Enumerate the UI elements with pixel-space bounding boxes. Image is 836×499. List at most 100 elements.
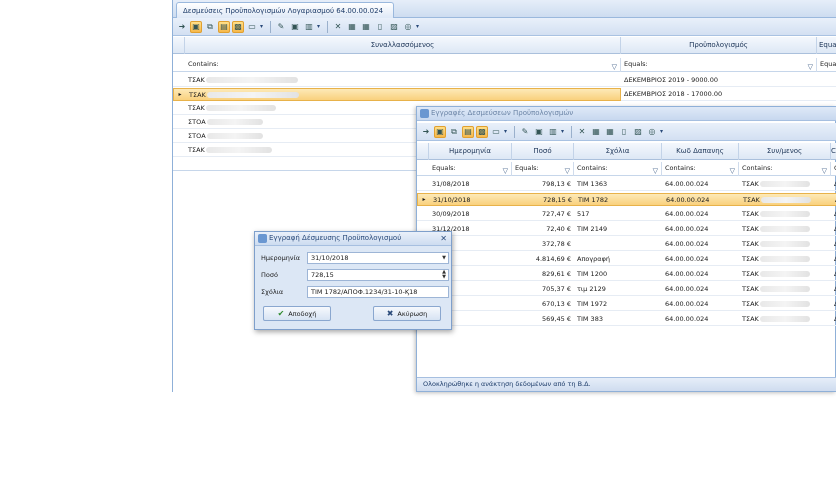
document-icon[interactable]: ▯ bbox=[618, 126, 630, 138]
cell-party: ΤΣΑΚ bbox=[185, 144, 425, 157]
column-budget[interactable]: Προϋπολογισμός bbox=[621, 37, 817, 54]
grid-icon[interactable]: ▦ bbox=[346, 21, 358, 33]
save-icon[interactable]: ▣ bbox=[289, 21, 301, 33]
navigate-arrow-icon[interactable]: ➜ bbox=[420, 126, 432, 138]
print-icon[interactable]: ▥ bbox=[547, 126, 559, 138]
table-row[interactable]: 2018569,45 €TIM 38364.00.00.024ΤΣΑΚΔ bbox=[417, 313, 836, 326]
column-amount[interactable]: Ποσό bbox=[512, 143, 574, 160]
delete-icon[interactable]: ✕ bbox=[332, 21, 344, 33]
edit-icon[interactable]: ✎ bbox=[519, 126, 531, 138]
commitment-records-window: Εγγραφές Δεσμεύσεων Προϋπολογισμών ➜ ▣ ⧉… bbox=[416, 106, 836, 392]
table-row[interactable]: 2018705,37 €τιμ 212964.00.00.024ΤΣΑΚΔ bbox=[417, 283, 836, 296]
pdf-icon[interactable]: ▨ bbox=[388, 21, 400, 33]
column-date[interactable]: Ημερομηνία bbox=[429, 143, 512, 160]
cell-c: Δ bbox=[831, 313, 836, 326]
table-row-selected[interactable]: ▸ ΤΣΑΚ bbox=[173, 88, 621, 101]
filter-party[interactable]: Contains: ▽ bbox=[185, 58, 621, 72]
filter-funnel-icon[interactable]: ▽ bbox=[808, 61, 813, 72]
column-extra[interactable]: Equals: bbox=[817, 37, 836, 54]
redacted-text bbox=[759, 271, 810, 277]
filter-date[interactable]: Equals: ▽ bbox=[429, 162, 512, 176]
table-row[interactable]: 20184.814,69 €Απογραφή64.00.00.024ΤΣΑΚΔ bbox=[417, 253, 836, 266]
cell-date: 30/09/2018 bbox=[432, 210, 470, 218]
amount-field[interactable]: 728,15 ▲ ▼ bbox=[307, 269, 449, 281]
filter-funnel-icon[interactable]: ▽ bbox=[612, 61, 617, 72]
image-icon[interactable]: ▩ bbox=[232, 20, 244, 33]
cell-budget: ΔΕΚΕΜΒΡΙΟΣ 2018 - 17000.00 bbox=[624, 90, 723, 98]
record-icon[interactable]: ▣ bbox=[190, 20, 202, 33]
table-row-selected[interactable]: ▸ 31/10/2018 728,15 € TIM 1782 64.00.00.024 Τ… bbox=[417, 193, 836, 206]
document-icon[interactable]: ▯ bbox=[374, 21, 386, 33]
tab-budget-commitments[interactable]: Δεσμεύσεις Προϋπολογισμών Λογαριασμού 64… bbox=[176, 2, 395, 18]
filter-condition: Contains: bbox=[742, 164, 773, 172]
filter-budget[interactable]: Equals: ▽ bbox=[621, 58, 817, 72]
pdf-icon[interactable]: ▨ bbox=[632, 126, 644, 138]
table-row[interactable]: 2018829,61 €TIM 120064.00.00.024ΤΣΑΚΔ bbox=[417, 268, 836, 281]
table-row[interactable]: 31/08/2018 798,13 € TIM 1363 64.00.00.024 ΤΣ… bbox=[417, 178, 836, 191]
table-row[interactable]: ΤΣΑΚ ΔΕΚΕΜΒΡΙΟΣ 2019 - 9000.00 bbox=[173, 74, 836, 87]
spinner-icon[interactable]: ▲ ▼ bbox=[442, 270, 446, 280]
toolbar-dropdown-icon[interactable]: ▾ bbox=[317, 23, 320, 30]
save-icon[interactable]: ▣ bbox=[533, 126, 545, 138]
column-extra[interactable]: C bbox=[831, 143, 836, 160]
toolbar-dropdown-icon[interactable]: ▾ bbox=[260, 23, 263, 30]
column-party[interactable]: Συναλλασσόμενος bbox=[185, 37, 621, 54]
window-icon[interactable]: ▭ bbox=[246, 21, 258, 33]
grid-icon[interactable]: ▦ bbox=[590, 126, 602, 138]
date-field[interactable]: 31/10/2018 ▼ bbox=[307, 252, 449, 264]
settings-icon[interactable]: ◎ bbox=[646, 126, 658, 138]
record-icon[interactable]: ▣ bbox=[434, 125, 446, 138]
close-icon[interactable]: ✕ bbox=[440, 232, 447, 245]
comments-value: TIM 1782/ΑΠΟΦ.1234/31-10-Ϗ18 bbox=[311, 288, 418, 296]
dialog-title-bar[interactable]: Εγγραφή Δέσμευσης Προϋπολογισμού ✕ bbox=[255, 232, 451, 246]
filter-amount[interactable]: Equals: ▽ bbox=[512, 162, 574, 176]
table-row[interactable]: 30/09/2018 727,47 € 517 64.00.00.024 ΤΣΑΚΔ bbox=[417, 208, 836, 221]
cell-comment bbox=[574, 238, 662, 251]
comments-field[interactable]: TIM 1782/ΑΠΟΦ.1234/31-10-Ϗ18 bbox=[307, 286, 449, 298]
accept-button[interactable]: ✔ Αποδοχή bbox=[263, 306, 331, 321]
redacted-text bbox=[206, 133, 263, 139]
window-icon[interactable]: ▭ bbox=[490, 126, 502, 138]
filter-funnel-icon[interactable]: ▽ bbox=[653, 165, 658, 176]
cell-c: Δ bbox=[831, 298, 836, 311]
note-icon[interactable]: ▤ bbox=[218, 20, 230, 33]
settings-icon[interactable]: ◎ bbox=[402, 21, 414, 33]
cancel-button[interactable]: ✖ Ακύρωση bbox=[373, 306, 441, 321]
toolbar-dropdown-icon[interactable]: ▾ bbox=[660, 128, 663, 135]
toolbar-dropdown-icon[interactable]: ▾ bbox=[561, 128, 564, 135]
toolbar-dropdown-icon[interactable]: ▾ bbox=[416, 23, 419, 30]
filter-expense-code[interactable]: Contains: ▽ bbox=[662, 162, 739, 176]
filter-funnel-icon[interactable]: ▽ bbox=[503, 165, 508, 176]
redacted-text bbox=[759, 301, 810, 307]
navigate-arrow-icon[interactable]: ➜ bbox=[176, 21, 188, 33]
grid-export-icon[interactable]: ▦ bbox=[604, 126, 616, 138]
table-row[interactable]: 2018372,78 €64.00.00.024ΤΣΑΚΔ bbox=[417, 238, 836, 251]
filter-extra[interactable]: Equals: bbox=[817, 58, 836, 72]
note-icon[interactable]: ▤ bbox=[462, 125, 474, 138]
filter-extra[interactable]: C bbox=[831, 162, 836, 176]
edit-icon[interactable]: ✎ bbox=[275, 21, 287, 33]
table-row[interactable]: ΔΕΚΕΜΒΡΙΟΣ 2018 - 17000.00 bbox=[621, 88, 836, 101]
filter-funnel-icon[interactable]: ▽ bbox=[565, 165, 570, 176]
redacted-text bbox=[759, 181, 810, 187]
image-icon[interactable]: ▩ bbox=[476, 125, 488, 138]
chevron-down-icon[interactable]: ▼ bbox=[442, 253, 446, 263]
column-party[interactable]: Συν/μενος bbox=[739, 143, 831, 160]
delete-icon[interactable]: ✕ bbox=[576, 126, 588, 138]
toolbar-dropdown-icon[interactable]: ▾ bbox=[504, 128, 507, 135]
filter-comments[interactable]: Contains: ▽ bbox=[574, 162, 662, 176]
copy-icon[interactable]: ⧉ bbox=[448, 126, 460, 138]
filter-party[interactable]: Contains: ▽ bbox=[739, 162, 831, 176]
column-comments[interactable]: Σχόλια bbox=[574, 143, 662, 160]
filter-condition: Contains: bbox=[665, 164, 696, 172]
filter-funnel-icon[interactable]: ▽ bbox=[730, 165, 735, 176]
table-row[interactable]: 2018670,13 €TIM 197264.00.00.024ΤΣΑΚΔ bbox=[417, 298, 836, 311]
copy-icon[interactable]: ⧉ bbox=[204, 21, 216, 33]
grid-export-icon[interactable]: ▦ bbox=[360, 21, 372, 33]
filter-funnel-icon[interactable]: ▽ bbox=[822, 165, 827, 176]
column-expense-code[interactable]: Κωδ Δαπανης bbox=[662, 143, 739, 160]
cell-party: ΤΣΑΚ bbox=[739, 268, 831, 281]
print-icon[interactable]: ▥ bbox=[303, 21, 315, 33]
table-row[interactable]: 31/12/2018 72,40 € TIM 2149 64.00.00.024 ΤΣΑ… bbox=[417, 223, 836, 236]
window-title-bar[interactable]: Εγγραφές Δεσμεύσεων Προϋπολογισμών bbox=[417, 107, 836, 121]
